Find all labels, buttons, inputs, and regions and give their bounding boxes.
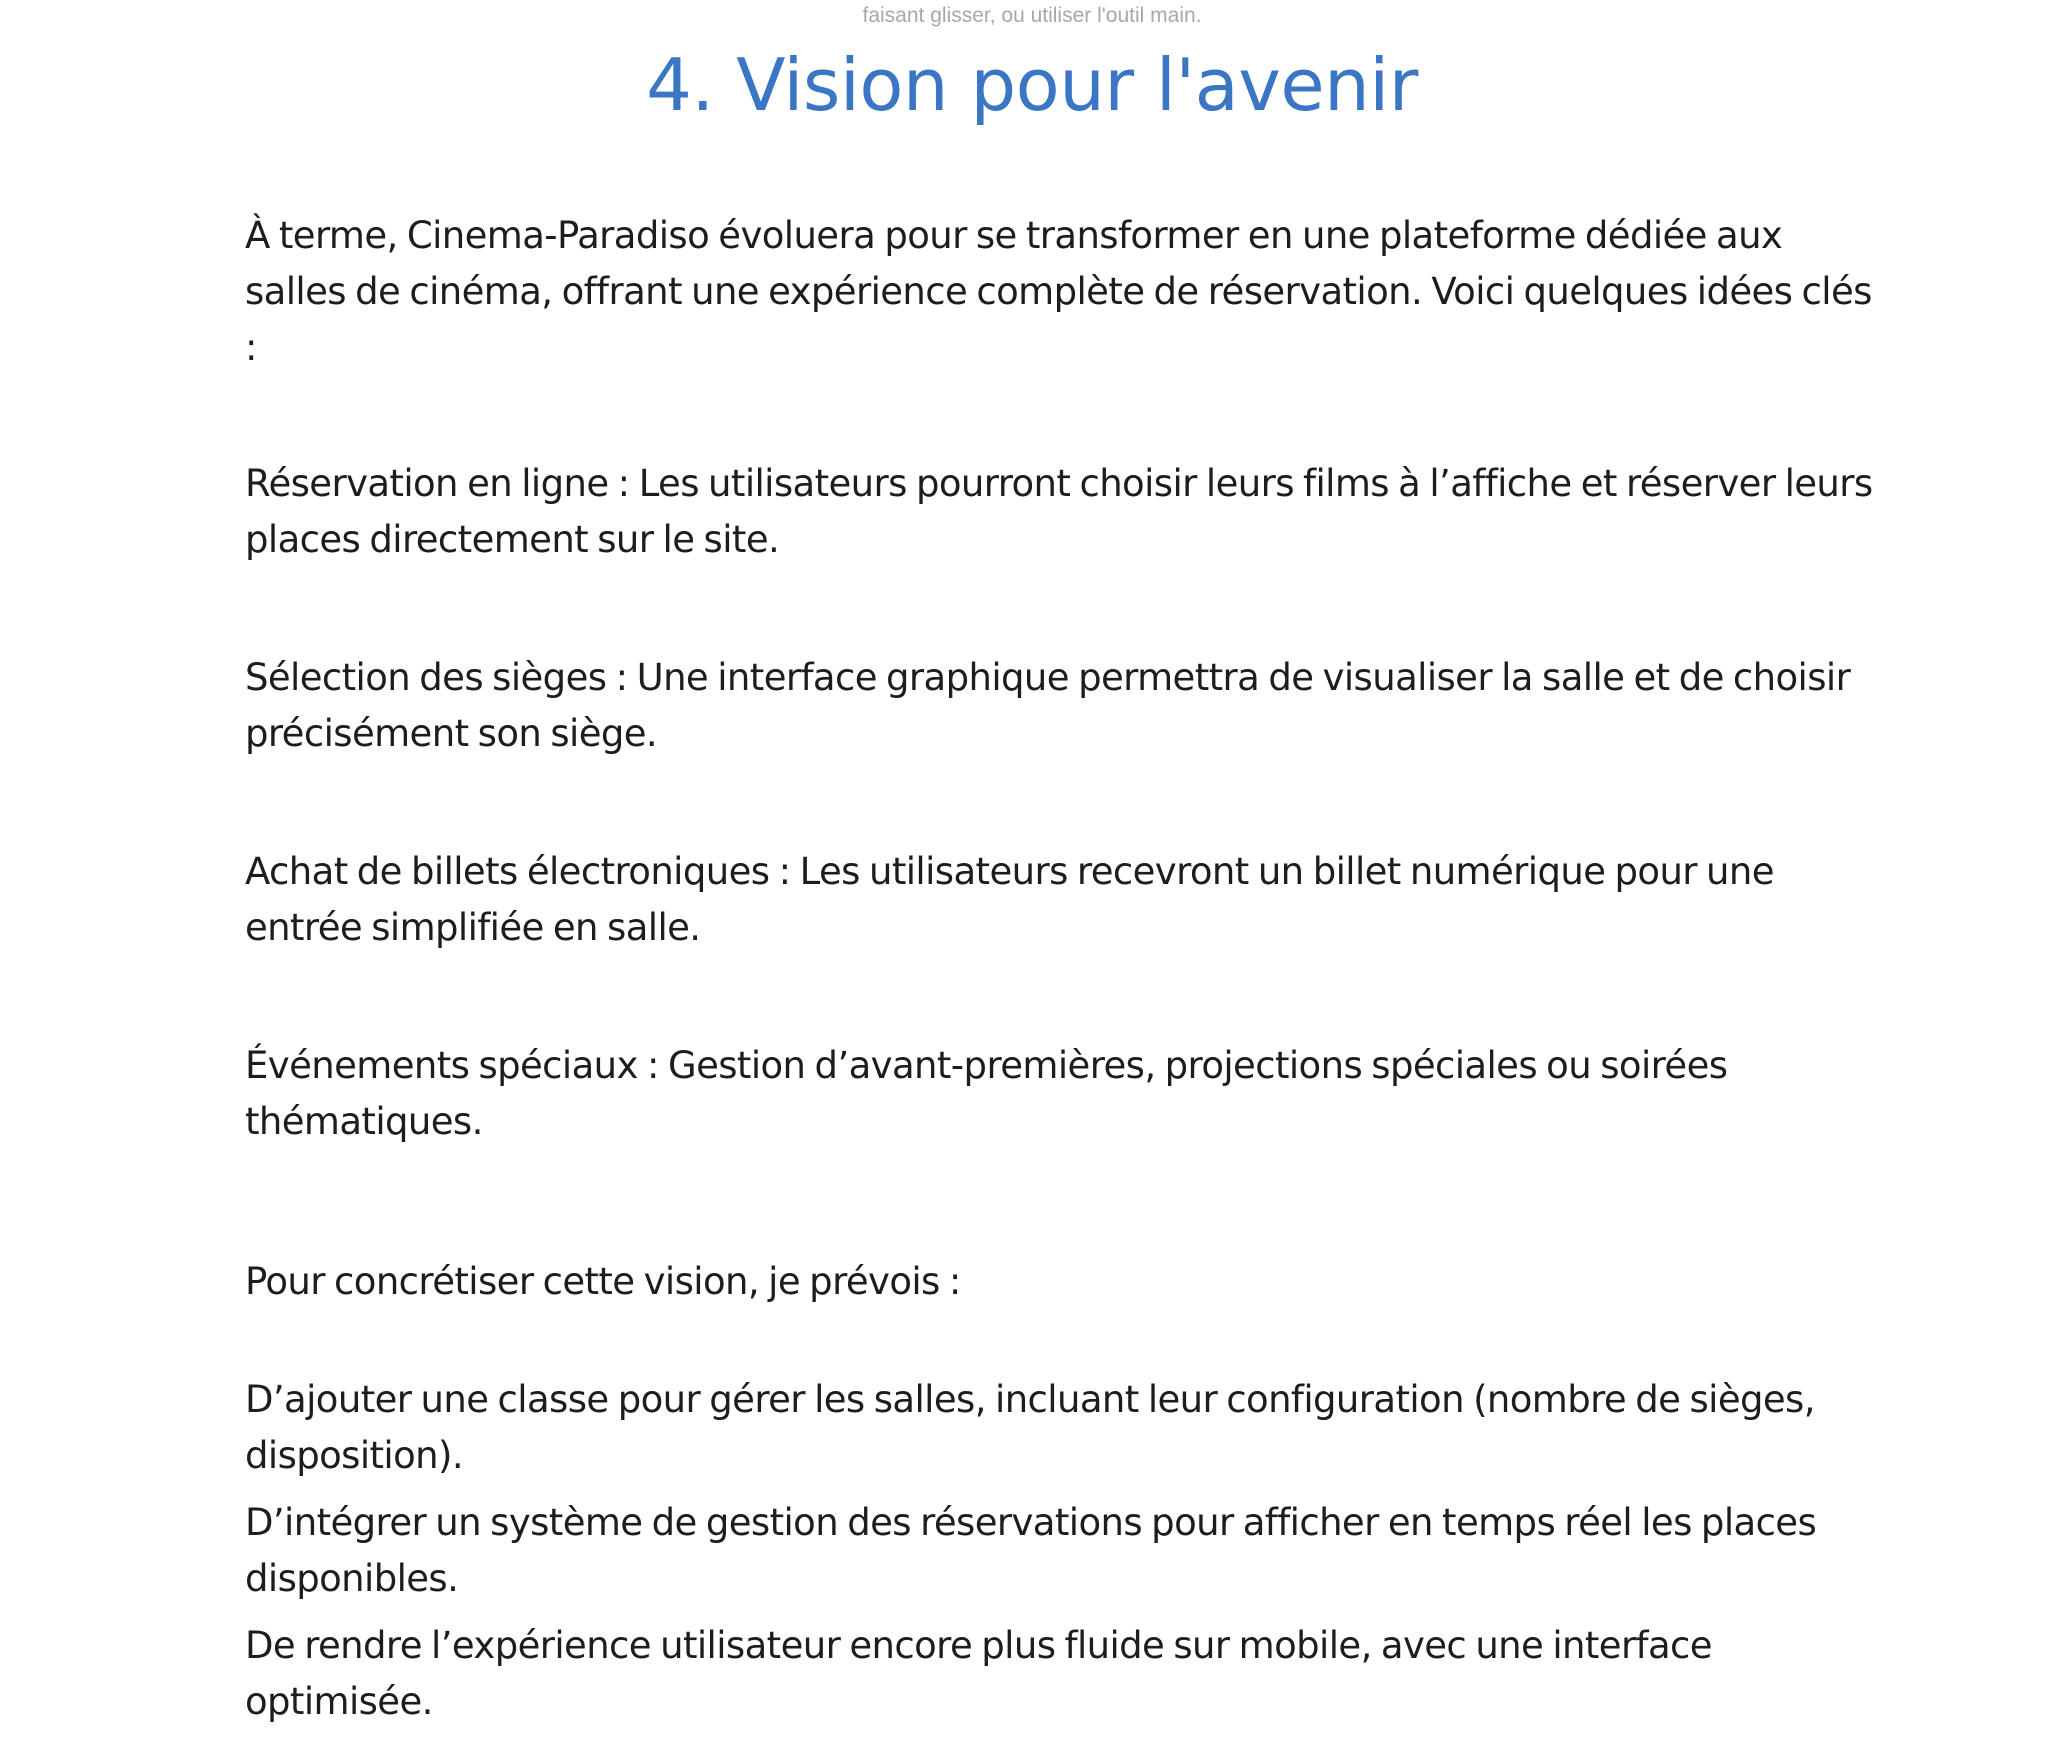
image-caption: faisant glisser, ou utiliser l'outil mai…: [862, 4, 1202, 27]
plan-item-rooms-class: D’ajouter une classe pour gérer les sall…: [245, 1378, 1815, 1477]
feature-special-events: Événements spéciaux : Gestion d’avant-pr…: [245, 1044, 1728, 1143]
section-content: À terme, Cinema-Paradiso évoluera pour s…: [245, 208, 1885, 1741]
intro-paragraph: À terme, Cinema-Paradiso évoluera pour s…: [245, 214, 1872, 369]
plan-item-booking-system: D’intégrer un système de gestion des rés…: [245, 1501, 1817, 1600]
feature-seat-selection: Sélection des sièges : Une interface gra…: [245, 656, 1851, 755]
section-title: 4. Vision pour l'avenir: [646, 43, 1418, 127]
plan-intro-paragraph: Pour concrétiser cette vision, je prévoi…: [245, 1260, 961, 1303]
feature-online-booking: Réservation en ligne : Les utilisateurs …: [245, 462, 1873, 561]
plan-item-mobile-experience: De rendre l’expérience utilisateur encor…: [245, 1624, 1713, 1723]
feature-e-tickets: Achat de billets électroniques : Les uti…: [245, 850, 1775, 949]
